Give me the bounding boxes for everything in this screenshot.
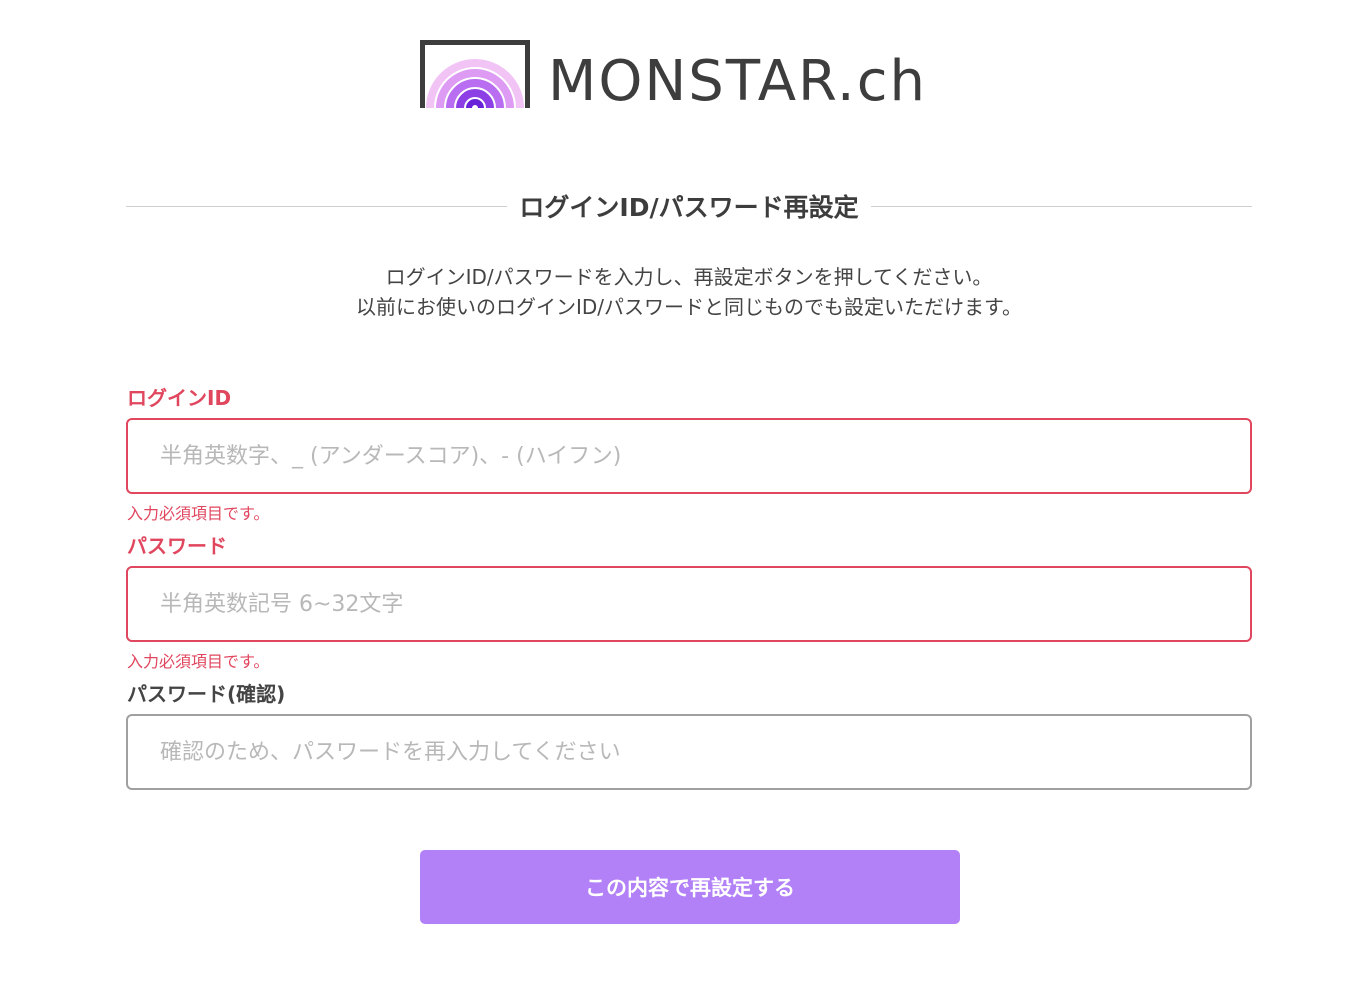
password-error: 入力必須項目です。 — [127, 652, 270, 671]
logo-text: MONSTAR.ch — [548, 49, 927, 114]
section-heading: ログインID/パスワード再設定 — [126, 186, 1252, 226]
site-logo[interactable]: MONSTAR.ch — [420, 40, 927, 114]
intro-line-1: ログインID/パスワードを入力し、再設定ボタンを押してください。 — [385, 265, 993, 289]
login-id-input[interactable] — [126, 418, 1252, 494]
password-input[interactable] — [126, 566, 1252, 642]
password-label: パスワード — [127, 534, 227, 558]
page-title: ログインID/パスワード再設定 — [519, 193, 859, 222]
login-id-error: 入力必須項目です。 — [127, 504, 270, 523]
submit-button[interactable]: この内容で再設定する — [420, 850, 960, 924]
divider-right — [870, 205, 1252, 207]
password-confirm-input[interactable] — [126, 714, 1252, 790]
intro-line-2: 以前にお使いのログインID/パスワードと同じものでも設定いただけます。 — [355, 295, 1023, 319]
password-confirm-label: パスワード(確認) — [127, 682, 286, 706]
rainbow-arch-icon — [420, 40, 530, 108]
divider-left — [126, 205, 508, 207]
login-id-label: ログインID — [127, 386, 232, 410]
intro-text: ログインID/パスワードを入力し、再設定ボタンを押してください。 以前にお使いの… — [126, 262, 1252, 322]
